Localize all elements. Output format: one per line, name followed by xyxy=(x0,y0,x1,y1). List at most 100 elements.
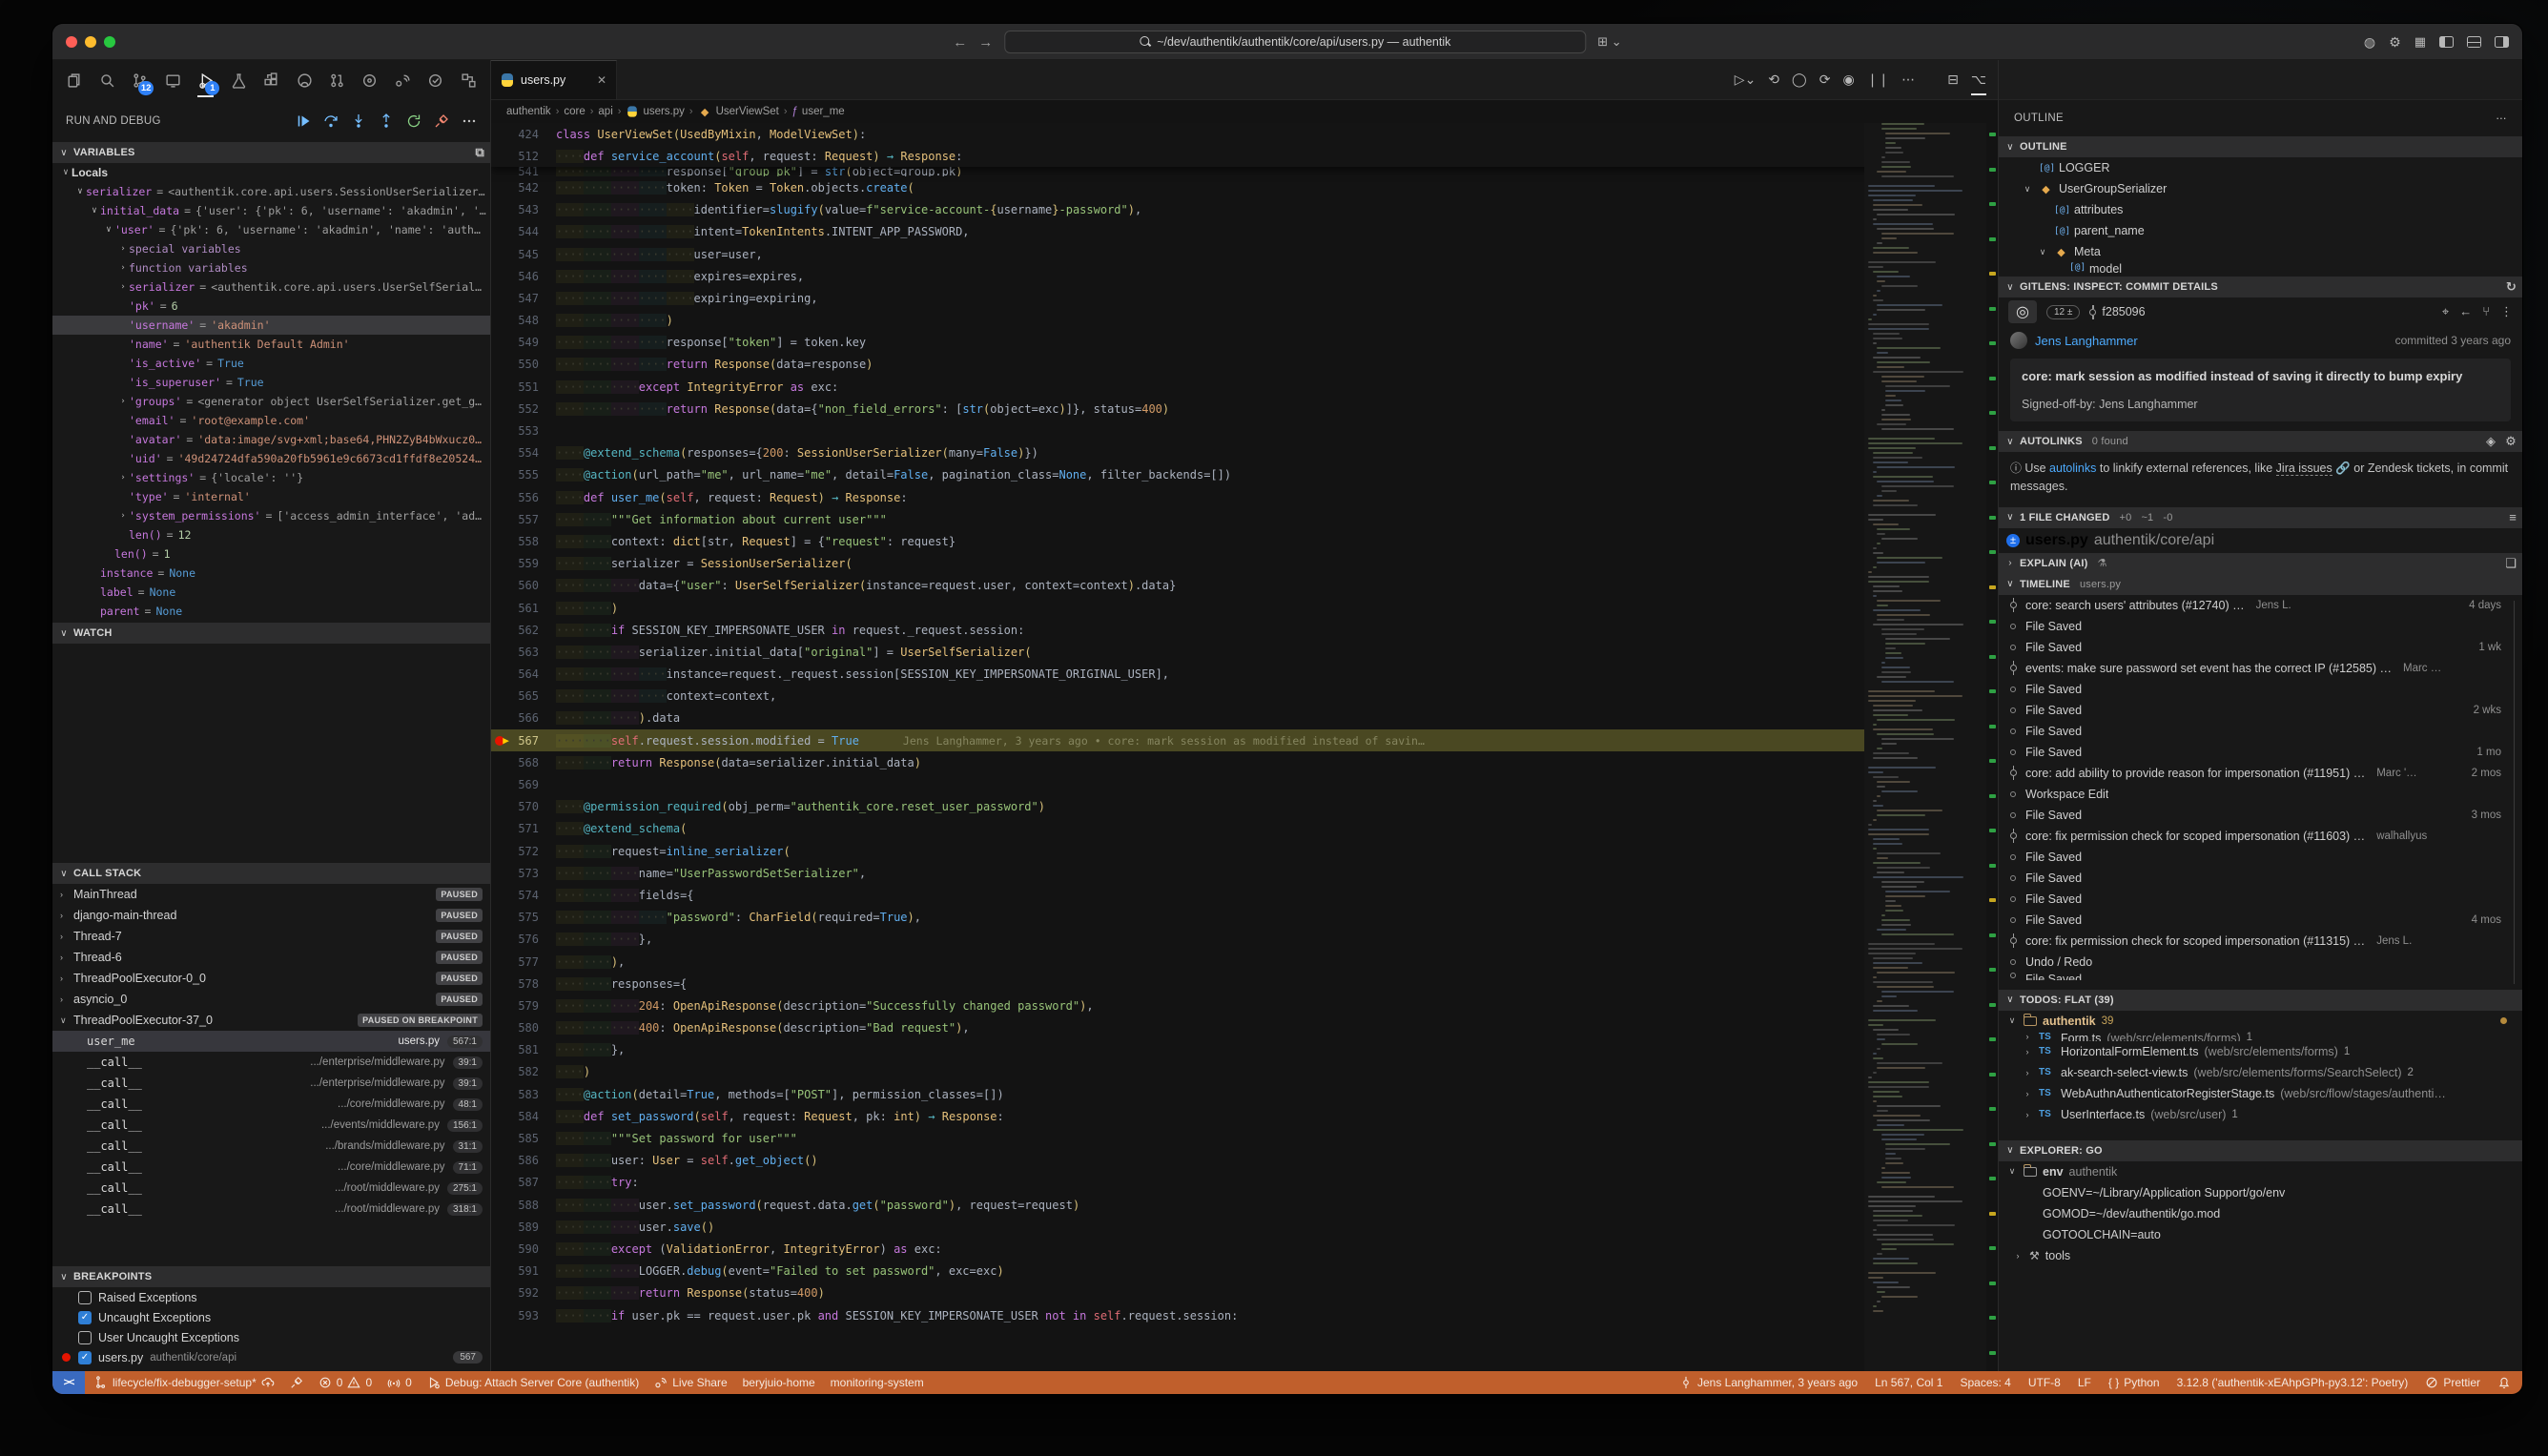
status-item-python[interactable]: { }Python xyxy=(2108,1376,2160,1389)
gitlens-icon[interactable] xyxy=(358,66,381,94)
account-icon[interactable]: ◍ xyxy=(2364,34,2375,51)
glyph-margin[interactable] xyxy=(491,508,516,530)
glyph-margin[interactable] xyxy=(491,1039,516,1061)
glyph-margin[interactable] xyxy=(491,145,516,167)
code-line-587[interactable]: 587········try: xyxy=(491,1172,1998,1194)
glyph-margin[interactable] xyxy=(491,818,516,840)
outline-item[interactable]: ∨◆Meta xyxy=(1999,241,2522,262)
glyph-margin[interactable] xyxy=(491,1238,516,1260)
call-stack-thread[interactable]: ›ThreadPoolExecutor-0_0PAUSED xyxy=(52,968,490,989)
breadcrumb-item[interactable]: api xyxy=(598,106,612,117)
glyph-margin[interactable] xyxy=(491,553,516,575)
code-line-582[interactable]: 582····) xyxy=(491,1061,1998,1083)
go-env-var[interactable]: GOMOD=~/dev/authentik/go.mod xyxy=(1999,1203,2522,1224)
code-line-555[interactable]: 555····@action(url_path="me", url_name="… xyxy=(491,464,1998,486)
code-line-573[interactable]: 573············name="UserPasswordSetSeri… xyxy=(491,862,1998,884)
glyph-margin[interactable] xyxy=(491,751,516,773)
refresh-icon[interactable]: ↻ xyxy=(2506,279,2517,295)
more-actions-icon[interactable]: ⋯ xyxy=(1901,72,1915,88)
toggle-primary-sidebar-icon[interactable] xyxy=(2439,36,2454,48)
code-line-562[interactable]: 562········if SESSION_KEY_IMPERSONATE_US… xyxy=(491,619,1998,641)
code-line-556[interactable]: 556····def user_me(self, request: Reques… xyxy=(491,486,1998,508)
glyph-margin[interactable] xyxy=(491,686,516,707)
todo-file-row[interactable]: ›TSUserInterface.ts(web/src/user)1 xyxy=(1999,1104,2522,1125)
history-back-icon[interactable]: ← xyxy=(953,34,967,51)
code-line-574[interactable]: 574············fields={ xyxy=(491,884,1998,906)
code-line-590[interactable]: 590········except (ValidationError, Inte… xyxy=(491,1238,1998,1260)
call-stack-frame[interactable]: __call__.../enterprise/middleware.py39:1 xyxy=(52,1052,490,1073)
go-env-var[interactable]: GOENV=~/Library/Application Support/go/e… xyxy=(1999,1182,2522,1203)
glyph-margin[interactable] xyxy=(491,287,516,309)
variable-row[interactable]: ∨'user'={'pk': 6, 'username': 'akadmin',… xyxy=(52,220,490,239)
status-item-0[interactable]: 00 xyxy=(318,1376,372,1389)
history-forward-icon[interactable]: → xyxy=(978,34,993,51)
code-line-551[interactable]: 551············except IntegrityError as … xyxy=(491,376,1998,398)
code-line-542[interactable]: 542················token: Token = Token.… xyxy=(491,176,1998,198)
todo-file-row[interactable]: ›TSHorizontalFormElement.ts(web/src/elem… xyxy=(1999,1041,2522,1062)
timeline-item[interactable]: core: fix permission check for scoped im… xyxy=(1999,826,2522,847)
status-item-prettier[interactable]: Prettier xyxy=(2425,1376,2480,1389)
glyph-margin[interactable] xyxy=(491,332,516,354)
section-header-autolinks[interactable]: ∨AUTOLINKS 0 found ◈ ⚙ xyxy=(1999,431,2522,452)
glyph-margin[interactable] xyxy=(491,123,516,145)
go-tools-row[interactable]: ›⚒tools xyxy=(1999,1245,2522,1266)
glyph-margin[interactable] xyxy=(491,176,516,198)
section-header-watch[interactable]: ∨ WATCH xyxy=(52,623,490,644)
extensions-icon[interactable] xyxy=(259,66,283,94)
code-line-591[interactable]: 591············LOGGER.debug(event="Faile… xyxy=(491,1261,1998,1282)
glyph-margin[interactable] xyxy=(491,1017,516,1039)
status-item-monitoring-system[interactable]: monitoring-system xyxy=(831,1376,924,1389)
variable-row[interactable]: ›'system_permissions'=['access_admin_int… xyxy=(52,506,490,525)
code-line-565[interactable]: 565················context=context, xyxy=(491,686,1998,707)
go-env-var[interactable]: GOTOOLCHAIN=auto xyxy=(1999,1224,2522,1245)
code-line-553[interactable]: 553 xyxy=(491,420,1998,441)
step-into-icon[interactable] xyxy=(351,113,366,129)
glyph-margin[interactable] xyxy=(491,995,516,1016)
code-line-548[interactable]: 548················) xyxy=(491,310,1998,332)
call-stack-thread[interactable]: ›MainThreadPAUSED xyxy=(52,884,490,905)
section-header-outline[interactable]: ∨OUTLINE xyxy=(1999,136,2522,157)
glyph-margin[interactable] xyxy=(491,1172,516,1194)
variable-row[interactable]: 'is_superuser'=True xyxy=(52,373,490,392)
code-line-550[interactable]: 550················return Response(data=… xyxy=(491,354,1998,376)
timeline-item[interactable]: Workspace Edit xyxy=(1999,784,2522,805)
status-item-beryjuio-home[interactable]: beryjuio-home xyxy=(743,1376,815,1389)
glyph-margin[interactable] xyxy=(491,907,516,929)
remote-explorer-icon[interactable] xyxy=(160,66,184,94)
code-line-558[interactable]: 558········context: dict[str, Request] =… xyxy=(491,530,1998,552)
view-as-tree-icon[interactable]: ≡ xyxy=(2509,510,2517,524)
references-icon[interactable] xyxy=(457,66,481,94)
glyph-margin[interactable] xyxy=(491,354,516,376)
search-icon[interactable] xyxy=(94,66,118,94)
variable-row[interactable]: ›'groups'=<generator object UserSelfSeri… xyxy=(52,392,490,411)
variable-row[interactable]: 'uid'='49d24724dfa590a20fb5961e9c6673cd1… xyxy=(52,449,490,468)
timeline-item[interactable]: Undo / Redo xyxy=(1999,952,2522,973)
code-line-563[interactable]: 563············serializer.initial_data["… xyxy=(491,641,1998,663)
code-line-546[interactable]: 546····················expires=expires, xyxy=(491,265,1998,287)
timeline-item[interactable]: File Saved1 wk xyxy=(1999,637,2522,658)
breakpoint-checkbox[interactable] xyxy=(78,1331,92,1344)
breadcrumb-item[interactable]: users.py xyxy=(626,105,684,118)
timeline-item[interactable]: File Saved xyxy=(1999,868,2522,889)
glyph-margin[interactable] xyxy=(491,973,516,995)
code-line-543[interactable]: 543····················identifier=slugif… xyxy=(491,199,1998,221)
glyph-margin[interactable] xyxy=(491,796,516,818)
code-line-544[interactable]: 544····················intent=TokenInten… xyxy=(491,221,1998,243)
todo-file-row[interactable]: ›TSWebAuthnAuthenticatorRegisterStage.ts… xyxy=(1999,1083,2522,1104)
split-editor-icon[interactable]: ❘❘ xyxy=(1867,72,1889,88)
open-changes-icon[interactable]: ⊟ xyxy=(1947,72,1959,88)
code-line-578[interactable]: 578········responses={ xyxy=(491,973,1998,995)
go-env-row[interactable]: ∨envauthentik xyxy=(1999,1161,2522,1182)
variable-row[interactable]: 'is_active'=True xyxy=(52,354,490,373)
variable-row[interactable]: 'type'='internal' xyxy=(52,487,490,506)
glyph-margin[interactable] xyxy=(491,664,516,686)
variable-row[interactable]: label=None xyxy=(52,583,490,602)
call-stack-thread[interactable]: ›Thread-7PAUSED xyxy=(52,926,490,947)
code-line-569[interactable]: 569 xyxy=(491,773,1998,795)
continue-icon[interactable] xyxy=(296,113,311,129)
code-line-568[interactable]: 568········return Response(data=serializ… xyxy=(491,751,1998,773)
outline-item[interactable]: [@]model xyxy=(1999,262,2522,273)
glyph-margin[interactable] xyxy=(491,486,516,508)
code-line-570[interactable]: 570····@permission_required(obj_perm="au… xyxy=(491,796,1998,818)
timeline-item[interactable]: File Saved xyxy=(1999,889,2522,910)
